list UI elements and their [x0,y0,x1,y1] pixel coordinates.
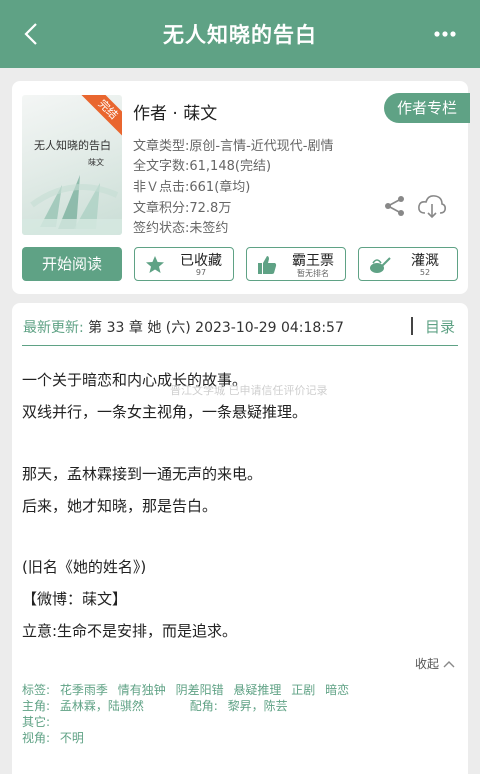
cover-title: 无人知晓的告白 [34,139,111,152]
tag-item[interactable]: 正剧 [291,683,315,697]
intro-line: (旧名《她的姓名》) [22,558,147,576]
guangai-button[interactable]: 灌溉 52 [358,247,458,281]
intro-line: 后来，她才知晓，那是告白。 [22,497,218,515]
tag-item[interactable]: 暗恋 [325,683,349,697]
pov-value: 不明 [59,731,84,745]
lead-value: 孟林霖，陆骐然 [59,699,144,713]
cloud-download-icon[interactable] [417,193,447,219]
watering-can-icon [370,257,391,273]
lead-row: 主角: 孟林霖，陆骐然 配角: 黎昇，陈芸 [22,697,294,714]
tag-item[interactable]: 悬疑推理 [233,683,281,697]
other-row: 其它: [22,713,62,730]
intro-line: 那天，孟林霖接到一通无声的来电。 [22,465,263,483]
latest-update-label: 最新更新: [23,320,84,336]
divider-line [22,345,458,346]
bawang-ticket-button[interactable]: 霸王票 暂无排名 [246,247,346,281]
watermark: 晋江文学城 已申请信任评价记录 [170,384,328,397]
collapse-label: 收起 [415,657,440,671]
info-sign-status: 签约状态:未签约 [133,221,229,236]
lead-label: 主角: [22,699,51,713]
book-intro-card: 最新更新: 第 33 章 她 (六) 2023-10-29 04:18:57 目… [12,303,468,774]
share-icon[interactable] [384,195,406,217]
intro-line: 双线并行，一条女主视角，一条悬疑推理。 [22,403,308,421]
pov-row: 视角: 不明 [22,729,90,746]
page-title: 无人知晓的告白 [163,23,317,47]
author-column-button[interactable]: 作者专栏 [384,93,470,123]
collect-count: 97 [195,268,207,277]
guangai-count: 52 [419,268,431,277]
start-reading-button[interactable]: 开始阅读 [22,247,122,281]
bawang-rank: 暂无排名 [297,269,329,278]
book-info-card: 无人知晓的告白 菋文 完结 作者 · 菋文 作者专栏 文章类型:原创-言情-近代… [12,81,470,294]
info-word-count: 全文字数:61,148(完结) [133,159,272,174]
author-name[interactable]: 作者 · 菋文 [133,99,217,124]
support-label: 配角: [189,699,218,713]
collapse-button[interactable]: 收起 [415,655,455,672]
book-cover[interactable]: 无人知晓的告白 菋文 完结 [22,95,122,235]
intro-line: 立意:生命不是安排，而是追求。 [22,622,238,640]
pov-label: 视角: [22,731,51,745]
more-dots-icon[interactable] [434,30,456,38]
info-score: 文章积分:72.8万 [133,201,232,216]
chevron-up-icon [443,661,455,668]
collect-label: 已收藏 [180,253,222,269]
tag-item[interactable]: 情有独钟 [118,683,166,697]
tags-row: 标签: 花季雨季 情有独钟 阴差阳错 悬疑推理 正剧 暗恋 [22,681,355,698]
star-icon [146,256,164,273]
tag-item[interactable]: 阴差阳错 [176,683,224,697]
intro-line: 【微博：菋文】 [22,590,128,608]
guangai-label: 灌溉 [411,253,439,269]
support-value: 黎昇，陈芸 [227,699,288,713]
catalog-link[interactable]: 目录 [425,316,455,337]
divider [411,317,413,335]
latest-update-value: 第 33 章 她 (六) 2023-10-29 04:18:57 [88,320,344,336]
tags-label: 标签: [22,683,51,697]
collect-button[interactable]: 已收藏 97 [134,247,234,281]
top-nav-bar: 无人知晓的告白 [0,0,480,68]
thumbs-up-icon [258,256,277,274]
info-clicks: 非Ｖ点击:661(章均) [133,180,251,195]
info-genre: 文章类型:原创-言情-近代现代-剧情 [133,139,334,154]
cover-author: 菋文 [88,158,104,167]
tag-item[interactable]: 花季雨季 [60,683,108,697]
bawang-label: 霸王票 [292,253,334,269]
other-label: 其它: [22,715,51,729]
latest-update[interactable]: 最新更新: 第 33 章 她 (六) 2023-10-29 04:18:57 [23,317,344,337]
